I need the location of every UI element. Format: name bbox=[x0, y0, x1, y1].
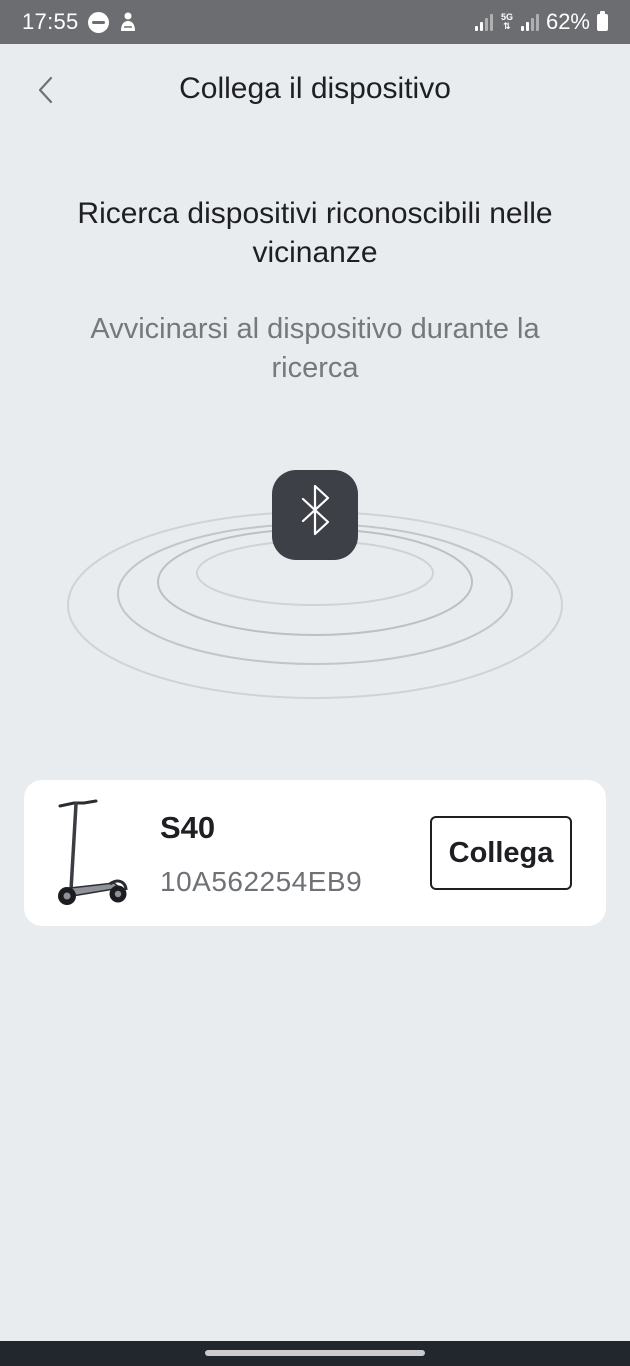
5g-icon: 5G ⇅ bbox=[500, 13, 514, 31]
header: Collega il dispositivo bbox=[0, 44, 630, 140]
device-name: S40 bbox=[160, 810, 216, 845]
signal-icon bbox=[474, 13, 493, 31]
battery-percentage: 62% bbox=[545, 9, 590, 34]
device-card[interactable]: S40 10A562254EB9 Collega bbox=[24, 780, 606, 926]
status-bar: 17:55 5G ⇅ 62% bbox=[0, 0, 630, 44]
status-time: 17:55 bbox=[22, 9, 79, 34]
battery-icon bbox=[597, 11, 608, 31]
data-arrows: ⇅ bbox=[503, 21, 511, 31]
page-title: Collega il dispositivo bbox=[179, 72, 451, 105]
scooter-image bbox=[58, 799, 128, 905]
bluetooth-icon bbox=[272, 470, 358, 560]
bluetooth-scan-graphic bbox=[67, 470, 563, 699]
connect-button[interactable]: Collega bbox=[430, 816, 572, 890]
person-notification-icon bbox=[120, 12, 135, 31]
signal-icon bbox=[520, 13, 539, 31]
scan-headline: Ricerca dispositivi riconoscibili nelle … bbox=[77, 197, 553, 269]
scan-subheading: Avvicinarsi al dispositivo durante la ri… bbox=[90, 313, 540, 384]
device-id: 10A562254EB9 bbox=[160, 866, 363, 897]
navigation-bar bbox=[0, 1341, 630, 1366]
home-indicator[interactable] bbox=[205, 1350, 425, 1356]
status-left: 17:55 bbox=[22, 9, 138, 35]
status-right: 5G ⇅ 62% bbox=[474, 9, 608, 35]
wear-icon bbox=[87, 11, 109, 33]
